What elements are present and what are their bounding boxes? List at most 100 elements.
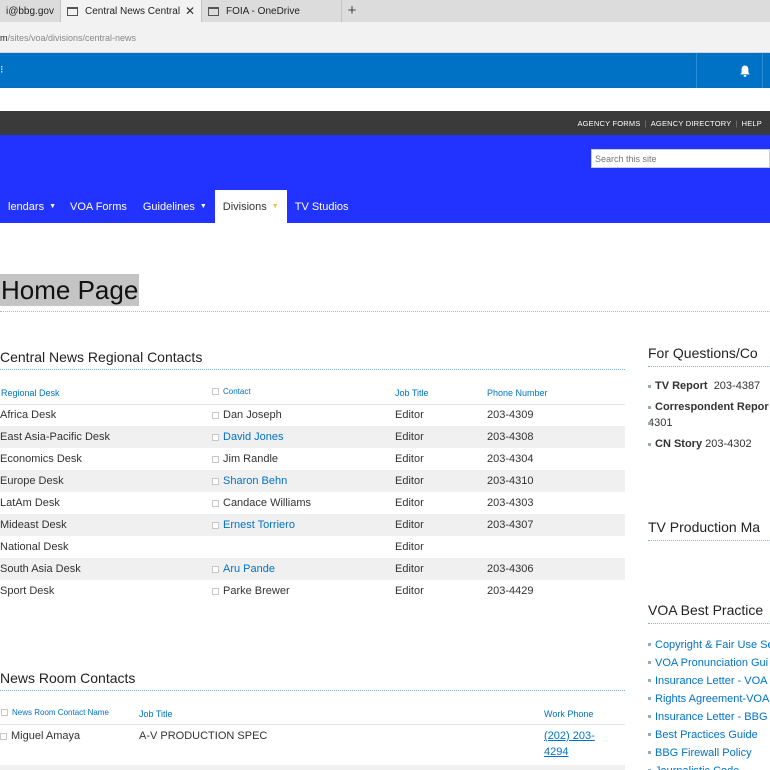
- best-practice-link[interactable]: Insurance Letter - BBG: [648, 708, 770, 726]
- questions-title: For Questions/Co: [648, 345, 758, 361]
- job-title-cell: Editor: [395, 541, 424, 553]
- table-row[interactable]: Africa Desk Dan Joseph Editor 203-4309: [0, 404, 625, 426]
- best-practice-link[interactable]: BBG Firewall Policy: [648, 744, 770, 762]
- contact-cell[interactable]: Ernest Torriero: [212, 519, 295, 531]
- table-row[interactable]: East Asia-Pacific Desk David Jones Editor 2…: [0, 426, 625, 448]
- checkbox-icon: [212, 388, 219, 396]
- browser-tab-central-news[interactable]: Central News Central N ✕: [61, 0, 202, 22]
- checkbox-icon[interactable]: [212, 521, 219, 529]
- suite-divider: [762, 53, 763, 88]
- utility-links: AGENCY FORMS | AGENCY DIRECTORY | HELP: [573, 119, 766, 128]
- checkbox-icon[interactable]: [212, 565, 219, 573]
- job-title-cell: Editor: [395, 431, 424, 443]
- desk-cell: Sport Desk: [0, 585, 55, 597]
- list-item-continued: 4301: [648, 415, 769, 431]
- phone-cell: 203-4310: [487, 475, 534, 487]
- page-icon: [67, 6, 78, 16]
- phone-cell: 203-4429: [487, 585, 534, 597]
- close-icon[interactable]: ✕: [185, 4, 195, 18]
- phone-cell: 203-4304: [487, 453, 534, 465]
- table-row[interactable]: Mideast Desk Ernest Torriero Editor 203-430…: [0, 514, 625, 536]
- job-title-cell: A-V PRODUCTION SPEC: [139, 730, 268, 742]
- address-bar[interactable]: m/sites/voa/divisions/central-news: [0, 22, 770, 53]
- desk-cell: National Desk: [0, 541, 69, 553]
- contact-cell[interactable]: Sharon Behn: [212, 475, 287, 487]
- table-row[interactable]: South Asia Desk Aru Pande Editor 203-4306: [0, 558, 625, 580]
- best-practice-link[interactable]: VOA Pronunciation Gui: [648, 654, 770, 672]
- item-label: CN Story: [655, 438, 703, 450]
- search-input[interactable]: [591, 149, 770, 168]
- web-part-divider: [648, 623, 770, 624]
- job-title-cell: Editor: [395, 497, 424, 509]
- best-practice-link[interactable]: Insurance Letter - VOA: [648, 672, 770, 690]
- new-tab-button[interactable]: +: [343, 0, 361, 22]
- contact-cell: Jim Randle: [212, 453, 278, 465]
- tab-label: Central News Central N: [85, 5, 181, 17]
- nav-item-guidelines[interactable]: Guidelines ▼: [135, 190, 215, 223]
- column-header-news-room-contact-name[interactable]: News Room Contact Name: [1, 708, 109, 717]
- column-header-job-title[interactable]: Job Title: [395, 388, 429, 398]
- best-practice-link[interactable]: Journalistic Code: [648, 762, 770, 770]
- item-value: 203-4387: [713, 380, 761, 392]
- page-icon: [208, 6, 219, 16]
- contact-name: Sharon Behn: [223, 475, 288, 487]
- job-title-cell: Editor: [395, 453, 424, 465]
- browser-tab-foia[interactable]: FOIA - OneDrive: [202, 0, 342, 22]
- best-practice-link[interactable]: Copyright & Fair Use Se: [648, 636, 770, 654]
- checkbox-icon[interactable]: [0, 732, 7, 740]
- web-part-divider: [0, 690, 625, 691]
- url-text[interactable]: m/sites/voa/divisions/central-news: [0, 33, 136, 43]
- checkbox-icon[interactable]: [212, 433, 219, 441]
- tab-label: FOIA - OneDrive: [226, 5, 300, 17]
- table-row[interactable]: Europe Desk Sharon Behn Editor 203-4310: [0, 470, 625, 492]
- url-path: /sites/voa/divisions/central-news: [7, 33, 137, 43]
- list-item: TV Report 203-4387: [648, 378, 769, 394]
- desk-cell: South Asia Desk: [0, 563, 81, 575]
- bell-icon[interactable]: [738, 64, 752, 78]
- contact-cell[interactable]: Aru Pande: [212, 563, 275, 575]
- utility-bar: AGENCY FORMS | AGENCY DIRECTORY | HELP: [0, 111, 770, 135]
- contact-name-cell: Miguel Amaya: [0, 730, 80, 742]
- table-row[interactable]: Miguel Amaya A-V PRODUCTION SPEC (202) 2…: [0, 725, 625, 765]
- list-item: Correspondent Repor: [648, 399, 769, 415]
- table-row[interactable]: LatAm Desk Candace Williams Editor 203-4303: [0, 492, 625, 514]
- desk-cell: LatAm Desk: [0, 497, 60, 509]
- agency-directory-link[interactable]: AGENCY DIRECTORY: [647, 119, 736, 128]
- column-header-contact[interactable]: Contact: [212, 387, 251, 396]
- checkbox-icon[interactable]: [212, 587, 219, 595]
- table-row[interactable]: Sport Desk Parke Brewer Editor 203-4429: [0, 580, 625, 602]
- phone-cell: 203-4307: [487, 519, 534, 531]
- desk-cell: Economics Desk: [0, 453, 82, 465]
- nav-label: TV Studios: [294, 200, 349, 213]
- column-header-work-phone[interactable]: Work Phone: [544, 709, 593, 719]
- column-header-phone-number[interactable]: Phone Number: [487, 388, 548, 398]
- agency-forms-link[interactable]: AGENCY FORMS: [573, 119, 644, 128]
- checkbox-icon[interactable]: [212, 455, 219, 463]
- contact-cell[interactable]: David Jones: [212, 431, 284, 443]
- help-link[interactable]: HELP: [738, 119, 766, 128]
- best-practices-list: Copyright & Fair Use Se VOA Pronunciation…: [648, 636, 770, 770]
- table-row[interactable]: Economics Desk Jim Randle Editor 203-4304: [0, 448, 625, 470]
- nav-item-divisions[interactable]: Divisions ▼: [214, 190, 287, 223]
- best-practice-link[interactable]: Best Practices Guide: [648, 726, 770, 744]
- nav-item-tv-studios[interactable]: TV Studios: [287, 190, 357, 223]
- nav-label: Guidelines: [142, 200, 195, 213]
- app-launcher-icon[interactable]: ⁝: [0, 63, 4, 76]
- checkbox-icon[interactable]: [212, 411, 219, 419]
- table-row[interactable]: National Desk Editor: [0, 536, 625, 558]
- phone-cell: 203-4308: [487, 431, 534, 443]
- browser-tab-mail[interactable]: i@bbg.gov: [0, 0, 61, 22]
- item-value: 203-4302: [705, 438, 752, 450]
- checkbox-icon[interactable]: [212, 477, 219, 485]
- table-row[interactable]: [0, 765, 625, 770]
- checkbox-icon[interactable]: [212, 499, 219, 507]
- best-practices-title: VOA Best Practice: [648, 602, 764, 618]
- nav-item-voa-forms[interactable]: VOA Forms: [64, 190, 135, 223]
- best-practice-link[interactable]: Rights Agreement-VOA: [648, 690, 770, 708]
- column-header-job-title[interactable]: Job Title: [139, 709, 173, 719]
- column-header-regional-desk[interactable]: Regional Desk: [1, 388, 60, 398]
- nav-item-calendars[interactable]: lendars ▼: [0, 190, 64, 223]
- work-phone-link[interactable]: (202) 203- 4294: [544, 728, 595, 760]
- nav-label: VOA Forms: [70, 200, 127, 213]
- phone-part: (202) 203-: [544, 730, 595, 742]
